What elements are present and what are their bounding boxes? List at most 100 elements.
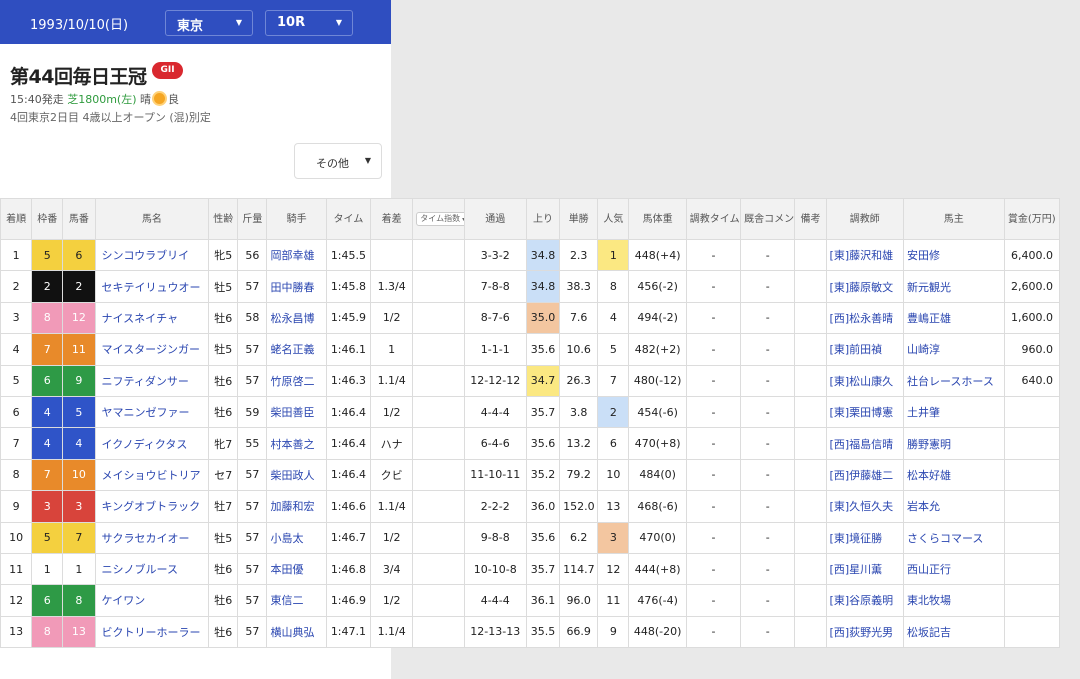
popularity-cell: 6: [597, 427, 630, 460]
owner-link[interactable]: 西山正行: [902, 552, 1005, 586]
stable-comment-cell: -: [740, 364, 796, 397]
training-time-cell: -: [685, 584, 742, 617]
jockey-link[interactable]: 小島太: [266, 521, 327, 554]
stable-comment-cell: -: [740, 615, 796, 649]
owner-link[interactable]: 山崎淳: [902, 333, 1005, 366]
horse-name-link[interactable]: セキテイリュウオー: [94, 270, 210, 303]
horse-name-link[interactable]: サクラセカイオー: [94, 521, 210, 554]
jockey-link[interactable]: 蛯名正義: [266, 333, 327, 366]
jockey-link[interactable]: 竹原啓二: [266, 364, 327, 397]
jockey-link[interactable]: 村本善之: [266, 427, 327, 460]
time-index-cell: [412, 364, 465, 397]
horse-name-link[interactable]: キングオブトラック: [94, 490, 210, 523]
body-weight-cell: 476(-4): [628, 584, 687, 617]
venue-select[interactable]: 東京 ▼: [165, 10, 253, 36]
owner-link[interactable]: 豊嶋正雄: [902, 301, 1005, 335]
owner-link[interactable]: さくらコマース: [902, 521, 1005, 554]
time-index-cell: [412, 270, 465, 303]
jockey-link[interactable]: 岡部幸雄: [266, 238, 327, 272]
owner-link[interactable]: 松坂記吉: [902, 615, 1005, 649]
horse-name-link[interactable]: ヤマニンゼファー: [94, 395, 210, 429]
horse-name-link[interactable]: ビクトリーホーラー: [94, 615, 210, 649]
other-dropdown[interactable]: その他 ▼: [294, 143, 382, 179]
col-time-index[interactable]: タイム指数▾: [412, 198, 465, 240]
trainer-link[interactable]: [東]藤原敏文: [825, 270, 904, 303]
owner-link[interactable]: 社台レースホース: [902, 364, 1005, 397]
trainer-link[interactable]: [東]谷原義明: [825, 584, 904, 617]
notes-cell: [794, 490, 827, 523]
course-info: 芝1800m(左): [67, 93, 137, 106]
jockey-link[interactable]: 横山典弘: [266, 615, 327, 649]
popularity-cell: 10: [597, 458, 630, 492]
win-odds-cell: 13.2: [559, 427, 599, 460]
jockey-link[interactable]: 松永昌博: [266, 301, 327, 335]
race-details: 15:40発走 芝1800m(左) 晴 良: [10, 91, 179, 107]
trainer-link[interactable]: [西]伊藤雄二: [825, 458, 904, 492]
jockey-link[interactable]: 田中勝春: [266, 270, 327, 303]
owner-link[interactable]: 土井肇: [902, 395, 1005, 429]
time-cell: 1:46.3: [325, 364, 372, 397]
race-date: 1993/10/10(日): [30, 18, 129, 33]
trainer-link[interactable]: [東]藤沢和雄: [825, 238, 904, 272]
margin-cell: 1.1/4: [370, 615, 414, 649]
jockey-link[interactable]: 東信二: [266, 584, 327, 617]
horse-name-link[interactable]: ニシノブルース: [94, 552, 210, 586]
trainer-link[interactable]: [東]境征勝: [825, 521, 904, 554]
trainer-link[interactable]: [西]松永善晴: [825, 301, 904, 335]
time-cell: 1:45.5: [325, 238, 372, 272]
time-cell: 1:46.8: [325, 552, 372, 586]
trainer-link[interactable]: [東]栗田博憲: [825, 395, 904, 429]
trainer-link[interactable]: [東]前田禎: [825, 333, 904, 366]
owner-link[interactable]: 東北牧場: [902, 584, 1005, 617]
frame-cell: 6: [31, 364, 64, 397]
stable-comment-cell: -: [740, 238, 796, 272]
trainer-link[interactable]: [西]荻野光男: [825, 615, 904, 649]
owner-link[interactable]: 松本好雄: [902, 458, 1005, 492]
rank-cell: 8: [0, 458, 33, 492]
horse-name-link[interactable]: イクノディクタス: [94, 427, 210, 460]
jockey-link[interactable]: 本田優: [266, 552, 327, 586]
horse-name-link[interactable]: ケイワン: [94, 584, 210, 617]
trainer-link[interactable]: [西]福島信晴: [825, 427, 904, 460]
sex-age-cell: 牡5: [208, 333, 239, 366]
margin-cell: 1.3/4: [370, 270, 414, 303]
owner-link[interactable]: 岩本允: [902, 490, 1005, 523]
popularity-cell: 8: [597, 270, 630, 303]
horse-name-link[interactable]: メイショウビトリア: [94, 458, 210, 492]
horse-name-link[interactable]: ニフティダンサー: [94, 364, 210, 397]
trainer-link[interactable]: [西]星川薫: [825, 552, 904, 586]
prize-cell: 960.0: [1003, 333, 1061, 366]
margin-cell: [370, 238, 414, 272]
weight-carried-cell: 57: [237, 490, 268, 523]
horse-name-link[interactable]: マイスタージンガー: [94, 333, 210, 366]
owner-link[interactable]: 安田修: [902, 238, 1005, 272]
sex-age-cell: 牡6: [208, 584, 239, 617]
body-weight-cell: 494(-2): [628, 301, 687, 335]
time-index-sort-button[interactable]: タイム指数▾: [416, 212, 464, 226]
passing-cell: 7-8-8: [463, 270, 527, 303]
sex-age-cell: 牡6: [208, 364, 239, 397]
jockey-link[interactable]: 柴田政人: [266, 458, 327, 492]
weather: 晴: [140, 93, 151, 106]
rank-cell: 12: [0, 584, 33, 617]
horse-name-link[interactable]: シンコウラブリイ: [94, 238, 210, 272]
trainer-link[interactable]: [東]松山康久: [825, 364, 904, 397]
last-3f-cell: 35.6: [525, 427, 561, 460]
last-3f-cell: 35.0: [525, 301, 561, 335]
last-3f-cell: 36.0: [525, 490, 561, 523]
stable-comment-cell: -: [740, 552, 796, 586]
stable-comment-cell: -: [740, 427, 796, 460]
owner-link[interactable]: 勝野憲明: [902, 427, 1005, 460]
jockey-link[interactable]: 柴田善臣: [266, 395, 327, 429]
margin-cell: 1.1/4: [370, 364, 414, 397]
race-conditions: 4回東京2日目 4歳以上オープン (混)別定: [10, 109, 211, 125]
horse-name-link[interactable]: ナイスネイチャ: [94, 301, 210, 335]
race-number-select[interactable]: 10R ▼: [265, 10, 353, 36]
jockey-link[interactable]: 加藤和宏: [266, 490, 327, 523]
col-trainer: 調教師: [825, 198, 904, 240]
owner-link[interactable]: 新元観光: [902, 270, 1005, 303]
col-notes: 備考: [794, 198, 827, 240]
trainer-link[interactable]: [東]久恒久夫: [825, 490, 904, 523]
rank-cell: 5: [0, 364, 33, 397]
sex-age-cell: 牡6: [208, 395, 239, 429]
